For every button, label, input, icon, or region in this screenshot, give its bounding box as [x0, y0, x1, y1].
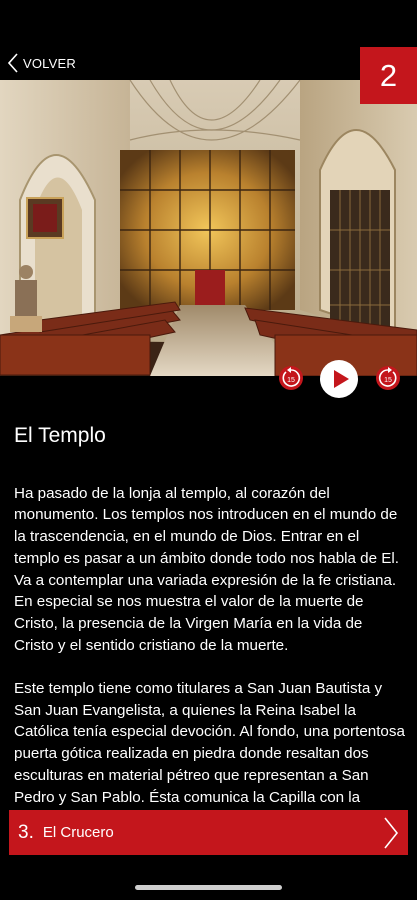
stop-number-badge: 2: [360, 47, 417, 104]
back-label: VOLVER: [23, 55, 76, 71]
top-bar: VOLVER: [0, 0, 417, 80]
description-paragraph-1: Ha pasado de la lonja al templo, al cora…: [14, 484, 400, 654]
audio-controls: 15 15: [0, 360, 417, 398]
forward-15-icon: 15: [378, 367, 397, 387]
back-button[interactable]: VOLVER: [8, 52, 76, 74]
next-stop-number: 3.: [18, 821, 34, 843]
chevron-right-icon: [384, 817, 399, 849]
description-text: Ha pasado de la lonja al templo, al cora…: [14, 461, 406, 830]
home-indicator: [135, 885, 282, 890]
forward-label: 15: [384, 377, 392, 384]
hero-image: [0, 80, 417, 376]
church-interior-image: [0, 80, 417, 376]
chevron-left-icon: [8, 53, 18, 73]
next-stop-button[interactable]: 3. El Crucero: [9, 810, 408, 855]
page-title: El Templo: [14, 424, 106, 447]
next-stop-label: El Crucero: [42, 824, 114, 841]
description-paragraph-2: Este templo tiene como titulares a San J…: [14, 680, 405, 827]
rewind-button[interactable]: 15: [279, 366, 303, 390]
rewind-label: 15: [287, 377, 295, 384]
rewind-15-icon: 15: [282, 367, 301, 387]
forward-button[interactable]: 15: [376, 366, 400, 390]
play-icon: [334, 370, 349, 388]
play-button[interactable]: [320, 360, 358, 398]
